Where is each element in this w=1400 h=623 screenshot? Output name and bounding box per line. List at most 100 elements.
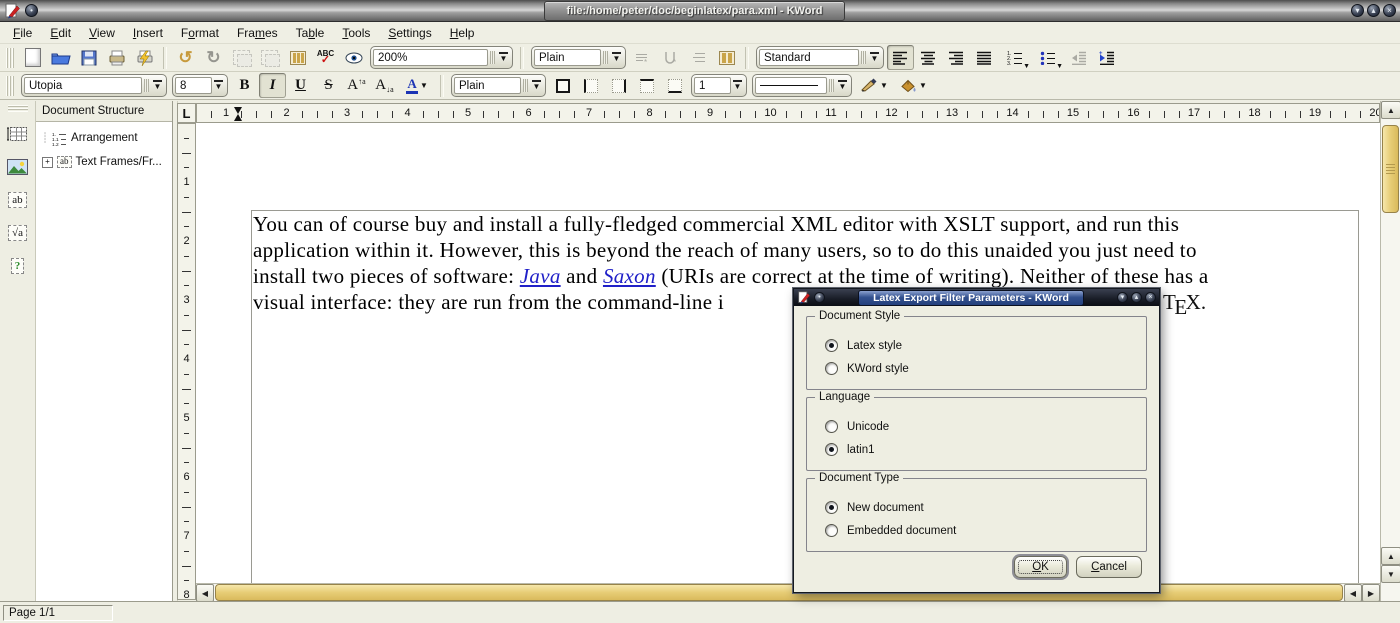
h-ruler[interactable]: 1234567891011121314151617181920	[196, 103, 1380, 123]
toolbar-grip[interactable]	[8, 105, 28, 112]
close-button[interactable]: ×	[1145, 292, 1156, 303]
border-outline-button[interactable]	[549, 73, 576, 98]
border-bottom-button[interactable]	[661, 73, 688, 98]
line-style-preview[interactable]	[755, 77, 827, 94]
radio-unselected-icon[interactable]	[825, 362, 838, 375]
chevron-down-icon[interactable]: ▼	[212, 80, 225, 91]
formatting-view-button[interactable]	[340, 45, 367, 70]
font-family-value[interactable]: Utopia	[24, 77, 142, 94]
save-button[interactable]	[75, 45, 102, 70]
bullet-list-button[interactable]: ▼	[1032, 45, 1064, 70]
formula-frame-tool[interactable]: √a	[6, 222, 30, 244]
radio-unselected-icon[interactable]	[825, 420, 838, 433]
picture-frame-tool[interactable]	[6, 156, 30, 178]
zoom-combobox[interactable]: 200% ▼	[370, 46, 513, 69]
sticky-button[interactable]: •	[25, 4, 38, 17]
border-style-value[interactable]: Plain	[454, 77, 521, 94]
italic-button[interactable]: I	[259, 73, 286, 98]
chevron-down-icon[interactable]: ▼	[610, 52, 623, 63]
text-frame-tool[interactable]: ab	[6, 189, 30, 211]
toolbar-grip[interactable]	[6, 48, 14, 68]
insert-footnote-button[interactable]: *	[629, 45, 656, 70]
paragraph-style-value[interactable]: Plain	[534, 49, 601, 66]
toolbar-grip[interactable]	[6, 76, 14, 96]
minimize-button[interactable]: ▾	[1117, 292, 1128, 303]
new-document-button[interactable]	[19, 45, 46, 70]
radio-unselected-icon[interactable]	[825, 524, 838, 537]
chevron-down-icon[interactable]: ▼	[868, 52, 881, 63]
chevron-down-icon[interactable]: ▼	[530, 80, 543, 91]
insert-endnote-button[interactable]: *	[657, 45, 684, 70]
style-combobox[interactable]: Standard ▼	[756, 46, 884, 69]
tab-stop-selector[interactable]: L	[177, 103, 196, 123]
strikethrough-button[interactable]: S	[315, 73, 342, 98]
font-color-button[interactable]: A ▼	[399, 73, 435, 98]
vertical-scrollbar[interactable]: ▲ ▲ ▼	[1380, 101, 1400, 601]
border-left-button[interactable]	[577, 73, 604, 98]
align-left-button[interactable]	[887, 45, 914, 70]
style-value[interactable]: Standard	[759, 49, 859, 66]
chevron-down-icon[interactable]: ▼	[1056, 63, 1063, 70]
chevron-down-icon[interactable]: ▼	[420, 81, 428, 90]
menu-table[interactable]: Table	[287, 24, 334, 42]
border-top-button[interactable]	[633, 73, 660, 98]
radio-embedded-document[interactable]: Embedded document	[825, 519, 1146, 542]
font-family-combobox[interactable]: Utopia ▼	[21, 74, 167, 97]
zoom-value[interactable]: 200%	[373, 49, 488, 66]
next-page-button[interactable]: ▼	[1381, 565, 1400, 583]
chevron-down-icon[interactable]: ▼	[151, 80, 164, 91]
minimize-button[interactable]: ▾	[1351, 4, 1364, 17]
chevron-down-icon[interactable]: ▼	[880, 81, 888, 90]
undo-button[interactable]: ↺	[172, 45, 199, 70]
radio-latex-style[interactable]: Latex style	[825, 334, 1146, 357]
border-width-value[interactable]: 1	[694, 77, 731, 94]
paste-button[interactable]	[256, 45, 283, 70]
expander-plus-icon[interactable]: +	[42, 157, 53, 168]
radio-kword-style[interactable]: KWord style	[825, 357, 1146, 380]
border-width-combobox[interactable]: 1 ▼	[691, 74, 747, 97]
insert-variable-button[interactable]	[685, 45, 712, 70]
object-frame-tool[interactable]: ?	[6, 255, 30, 277]
radio-selected-icon[interactable]	[825, 443, 838, 456]
increase-indent-button[interactable]: +	[1093, 45, 1120, 70]
close-button[interactable]: ×	[1383, 4, 1396, 17]
border-color-button[interactable]: ▼	[855, 73, 893, 98]
menu-file[interactable]: File	[4, 24, 41, 42]
maximize-button[interactable]: ▴	[1131, 292, 1142, 303]
radio-latin1[interactable]: latin1	[825, 438, 1146, 461]
print-button[interactable]	[103, 45, 130, 70]
titlebar[interactable]: • file:/home/peter/doc/beginlatex/para.x…	[0, 0, 1400, 22]
table-frame-tool[interactable]	[6, 123, 30, 145]
menu-help[interactable]: Help	[441, 24, 484, 42]
radio-unicode[interactable]: Unicode	[825, 415, 1146, 438]
print-preview-button[interactable]	[131, 45, 158, 70]
tree-item-arrangement[interactable]: ┊ 1.1.11.2 Arrangement	[36, 126, 172, 150]
scroll-left-button-2[interactable]: ◀	[1344, 584, 1362, 602]
radio-selected-icon[interactable]	[825, 339, 838, 352]
menu-settings[interactable]: Settings	[379, 24, 440, 42]
menu-insert[interactable]: Insert	[124, 24, 172, 42]
menu-frames[interactable]: Frames	[228, 24, 287, 42]
chevron-down-icon[interactable]: ▼	[836, 80, 849, 91]
scroll-up-button[interactable]: ▲	[1381, 101, 1400, 119]
menu-edit[interactable]: Edit	[41, 24, 80, 42]
radio-selected-icon[interactable]	[825, 501, 838, 514]
background-color-button[interactable]: ▼	[894, 73, 932, 98]
maximize-button[interactable]: ▴	[1367, 4, 1380, 17]
decrease-indent-button[interactable]	[1065, 45, 1092, 70]
link-java[interactable]: Java	[520, 264, 561, 288]
copy-button[interactable]	[228, 45, 255, 70]
sticky-button[interactable]: •	[814, 292, 825, 303]
chevron-down-icon[interactable]: ▼	[919, 81, 927, 90]
previous-page-button[interactable]: ▲	[1381, 547, 1400, 565]
border-right-button[interactable]	[605, 73, 632, 98]
font-size-combobox[interactable]: 8 ▼	[172, 74, 228, 97]
horizontal-scrollbar[interactable]: ◀ ◀ ▶	[196, 583, 1380, 601]
chevron-down-icon[interactable]: ▼	[1023, 63, 1030, 70]
tree-item-text-frames[interactable]: + ab Text Frames/Fr...	[36, 150, 172, 174]
numbered-list-button[interactable]: 1.2.3. ▼	[999, 45, 1031, 70]
horizontal-scrollbar-thumb[interactable]	[215, 584, 1343, 601]
menu-view[interactable]: View	[80, 24, 124, 42]
link-saxon[interactable]: Saxon	[603, 264, 656, 288]
cancel-button[interactable]: Cancel	[1076, 556, 1142, 578]
